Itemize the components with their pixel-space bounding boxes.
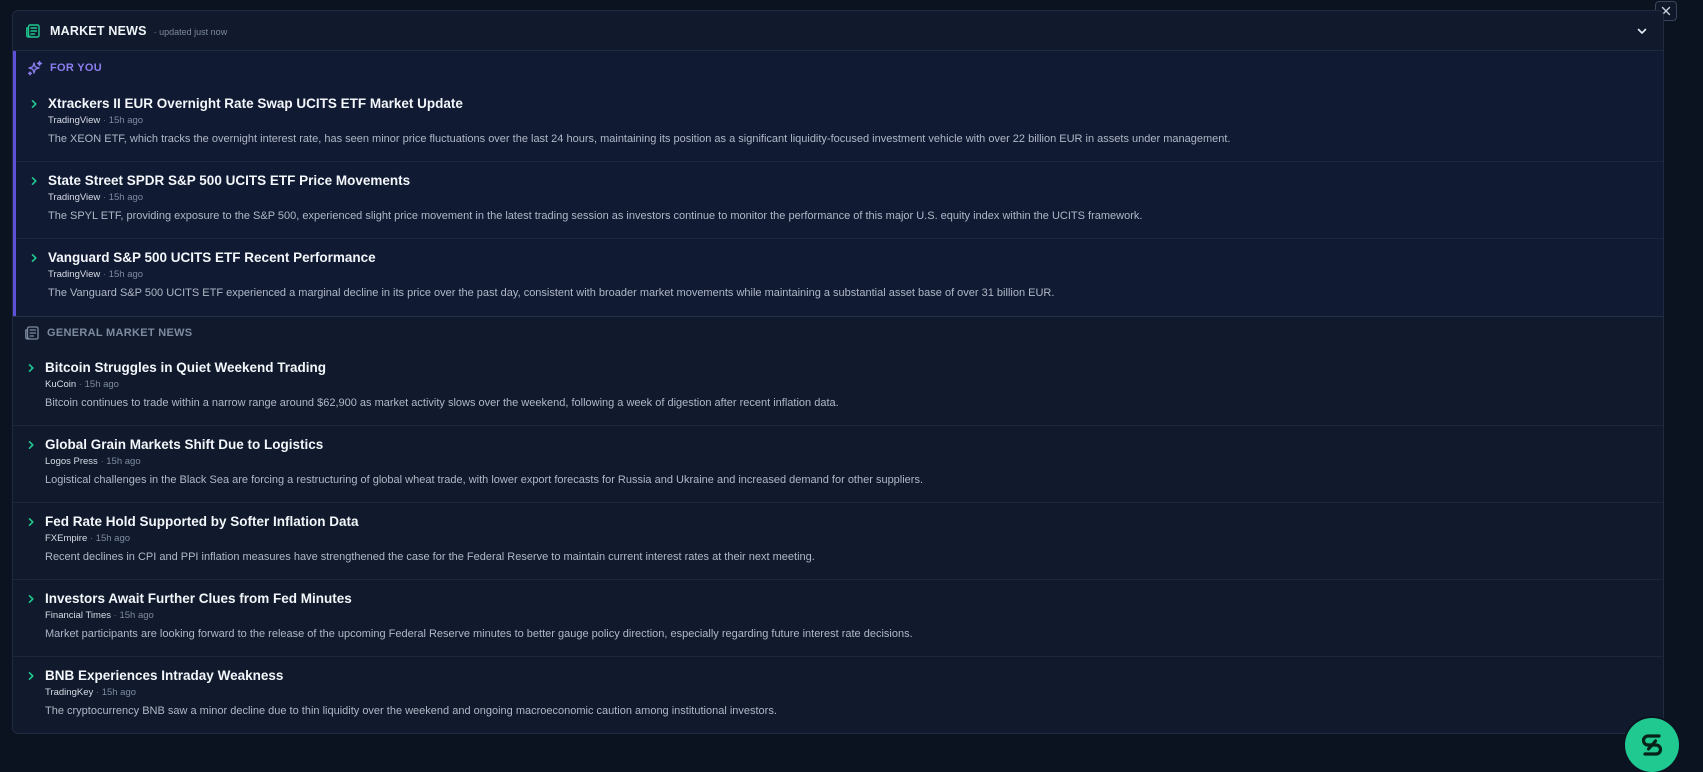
news-summary: Bitcoin continues to trade within a narr… [45, 397, 839, 409]
news-item[interactable]: Fed Rate Hold Supported by Softer Inflat… [13, 503, 1663, 580]
news-item[interactable]: Investors Await Further Clues from Fed M… [13, 580, 1663, 657]
news-source: TradingView [48, 192, 101, 203]
sparkles-icon [27, 60, 43, 76]
chevron-right-icon [26, 513, 44, 569]
news-title: Fed Rate Hold Supported by Softer Inflat… [45, 514, 359, 529]
news-time: 15h ago [100, 192, 143, 203]
news-item[interactable]: State Street SPDR S&P 500 UCITS ETF Pric… [13, 162, 1663, 239]
news-item[interactable]: Xtrackers II EUR Overnight Rate Swap UCI… [13, 85, 1663, 162]
news-time: 15h ago [93, 687, 136, 698]
news-summary: The SPYL ETF, providing exposure to the … [48, 210, 1143, 222]
news-source: FXEmpire [45, 533, 88, 544]
news-summary: The XEON ETF, which tracks the overnight… [48, 133, 1231, 145]
news-source: Logos Press [45, 456, 98, 467]
app-logo-button[interactable] [1625, 718, 1679, 772]
general-news-section: GENERAL MARKET NEWS Bitcoin Struggles in… [13, 317, 1663, 733]
newspaper-icon [24, 325, 40, 341]
news-item[interactable]: Vanguard S&P 500 UCITS ETF Recent Perfor… [13, 239, 1663, 316]
news-source: KuCoin [45, 379, 77, 390]
news-item[interactable]: Bitcoin Struggles in Quiet Weekend Tradi… [13, 349, 1663, 426]
news-summary: Market participants are looking forward … [45, 628, 913, 640]
chevron-right-icon [26, 359, 44, 415]
news-title: BNB Experiences Intraday Weakness [45, 668, 284, 683]
news-source: Financial Times [45, 610, 111, 621]
news-time: 15h ago [111, 610, 154, 621]
news-title: Investors Await Further Clues from Fed M… [45, 591, 352, 606]
news-summary: Recent declines in CPI and PPI inflation… [45, 551, 815, 563]
news-summary: Logistical challenges in the Black Sea a… [45, 474, 924, 486]
news-item[interactable]: BNB Experiences Intraday Weakness Tradin… [13, 657, 1663, 733]
market-news-panel: MARKET NEWS updated just now FOR YOU [12, 10, 1664, 734]
news-time: 15h ago [100, 115, 143, 126]
chevron-down-icon [1636, 25, 1648, 37]
for-you-section: FOR YOU Xtrackers II EUR Overnight Rate … [13, 51, 1663, 317]
panel-header: MARKET NEWS updated just now [13, 11, 1663, 51]
collapse-button[interactable] [1633, 22, 1651, 40]
for-you-label: FOR YOU [50, 62, 103, 74]
news-title: State Street SPDR S&P 500 UCITS ETF Pric… [48, 173, 411, 188]
chevron-right-icon [26, 590, 44, 646]
for-you-header: FOR YOU [13, 51, 1663, 85]
chevron-right-icon [29, 249, 47, 306]
news-source: TradingKey [45, 687, 94, 698]
news-time: 15h ago [100, 269, 143, 280]
chevron-right-icon [29, 172, 47, 228]
chevron-right-icon [26, 436, 44, 492]
logo-s-icon [1637, 730, 1667, 760]
newspaper-icon [25, 23, 41, 39]
chevron-right-icon [29, 95, 47, 151]
news-summary: The cryptocurrency BNB saw a minor decli… [45, 705, 777, 717]
news-item[interactable]: Global Grain Markets Shift Due to Logist… [13, 426, 1663, 503]
news-time: 15h ago [76, 379, 119, 390]
news-time: 15h ago [87, 533, 130, 544]
panel-title: MARKET NEWS [50, 23, 147, 38]
chevron-right-icon [26, 667, 44, 724]
news-time: 15h ago [98, 456, 141, 467]
news-source: TradingView [48, 115, 101, 126]
news-title: Bitcoin Struggles in Quiet Weekend Tradi… [45, 360, 327, 375]
news-title: Global Grain Markets Shift Due to Logist… [45, 437, 324, 452]
general-news-label: GENERAL MARKET NEWS [47, 327, 193, 339]
news-source: TradingView [48, 269, 101, 280]
news-title: Vanguard S&P 500 UCITS ETF Recent Perfor… [48, 250, 376, 265]
news-title: Xtrackers II EUR Overnight Rate Swap UCI… [48, 96, 463, 111]
general-news-header: GENERAL MARKET NEWS [13, 317, 1663, 349]
news-summary: The Vanguard S&P 500 UCITS ETF experienc… [48, 287, 1055, 299]
updated-status: updated just now [154, 27, 227, 37]
